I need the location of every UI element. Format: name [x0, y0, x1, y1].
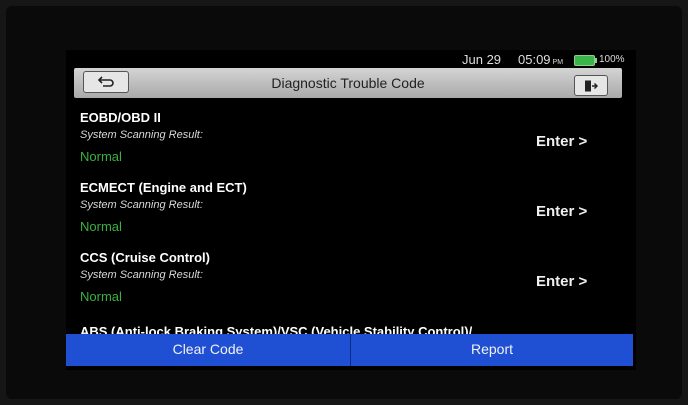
battery-icon [574, 55, 597, 66]
system-item-abs[interactable]: ABS (Anti-lock Braking System)/VSC (Vehi… [66, 312, 636, 334]
system-name: ABS (Anti-lock Braking System)/VSC (Vehi… [80, 324, 473, 334]
title-bar: Diagnostic Trouble Code [74, 68, 622, 98]
scan-result-value: Normal [80, 289, 122, 304]
page-title: Diagnostic Trouble Code [271, 75, 425, 91]
system-list: EOBD/OBD II System Scanning Result: Norm… [66, 102, 636, 334]
status-date: Jun 29 [462, 52, 502, 67]
system-name: ECMECT (Engine and ECT) [80, 180, 247, 195]
scan-result-label: System Scanning Result: [80, 269, 203, 281]
system-name: EOBD/OBD II [80, 110, 161, 125]
system-item-eobd[interactable]: EOBD/OBD II System Scanning Result: Norm… [66, 102, 636, 172]
enter-button[interactable]: Enter > [536, 273, 587, 290]
report-button[interactable]: Report [351, 334, 633, 366]
status-clock: 05:09 [518, 52, 551, 67]
exit-icon [585, 80, 598, 91]
enter-button[interactable]: Enter > [536, 133, 587, 150]
scan-result-label: System Scanning Result: [80, 129, 203, 141]
status-ampm: PM [552, 59, 564, 66]
scan-result-label: System Scanning Result: [80, 199, 203, 211]
status-time: 05:09 PM [518, 52, 563, 67]
clear-code-button[interactable]: Clear Code [66, 334, 351, 366]
enter-button[interactable]: Enter > [536, 203, 587, 220]
exit-button[interactable] [574, 75, 608, 96]
scan-result-value: Normal [80, 149, 122, 164]
scan-result-value: Normal [80, 219, 122, 234]
footer-bar: Clear Code Report [66, 334, 633, 366]
system-item-ccs[interactable]: CCS (Cruise Control) System Scanning Res… [66, 242, 636, 312]
device-screen: Jun 29 05:09 PM 100% Diagnostic Trouble C… [66, 50, 636, 370]
battery-percent: 100% [599, 54, 625, 65]
system-item-ecmect[interactable]: ECMECT (Engine and ECT) System Scanning … [66, 172, 636, 242]
system-name: CCS (Cruise Control) [80, 250, 210, 265]
status-bar: Jun 29 05:09 PM 100% [66, 50, 636, 68]
